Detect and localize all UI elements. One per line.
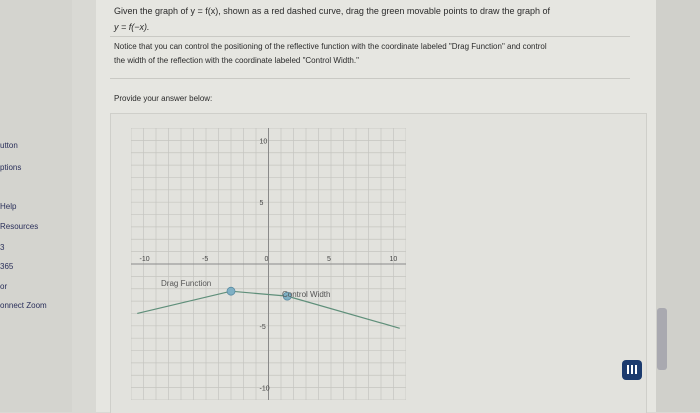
sidebar-item-resources[interactable]: Resources	[0, 222, 38, 231]
provide-answer-label: Provide your answer below:	[114, 94, 213, 103]
axes	[131, 128, 406, 400]
notice-text-line2: the width of the reflection with the coo…	[114, 56, 359, 65]
sidebar-item-help[interactable]: Help	[0, 202, 16, 211]
drag-function-label: Drag Function	[161, 279, 211, 288]
x-tick-label: -10	[140, 256, 150, 263]
sidebar-item-connect-zoom[interactable]: onnect Zoom	[0, 301, 47, 310]
drag-function-handle[interactable]	[226, 286, 236, 296]
sidebar-item-365[interactable]: 365	[0, 262, 13, 271]
left-sidebar: utton ptions Help Resources 3 365 or onn…	[0, 0, 72, 412]
x-tick-label: 5	[327, 256, 331, 263]
scrollbar-thumb[interactable]	[657, 308, 667, 370]
x-tick-label: -5	[202, 256, 208, 263]
sidebar-item-options[interactable]: ptions	[0, 163, 21, 172]
answer-graph[interactable]: -10 -5 0 5 10 10 5 -5 -10 Drag Function Control …	[131, 128, 406, 400]
control-width-label: Control Width	[282, 290, 330, 299]
sidebar-item-3[interactable]: 3	[0, 243, 4, 252]
notice-text-line1: Notice that you can control the position…	[114, 42, 547, 51]
notice-divider	[110, 78, 630, 79]
y-tick-label: 5	[260, 200, 264, 207]
y-tick-label: -10	[260, 386, 270, 393]
question-divider	[110, 36, 630, 37]
question-text-line1: Given the graph of y = f(x), shown as a …	[114, 6, 551, 16]
y-tick-label: 10	[260, 138, 268, 145]
x-tick-label: 10	[390, 256, 398, 263]
chat-icon-bars	[627, 365, 637, 374]
y-tick-label: -5	[260, 324, 266, 331]
sidebar-item-or[interactable]: or	[0, 282, 7, 291]
x-tick-label: 0	[265, 256, 269, 263]
sidebar-item-button[interactable]: utton	[0, 141, 18, 150]
question-text-line2: y = f(−x).	[114, 22, 150, 32]
